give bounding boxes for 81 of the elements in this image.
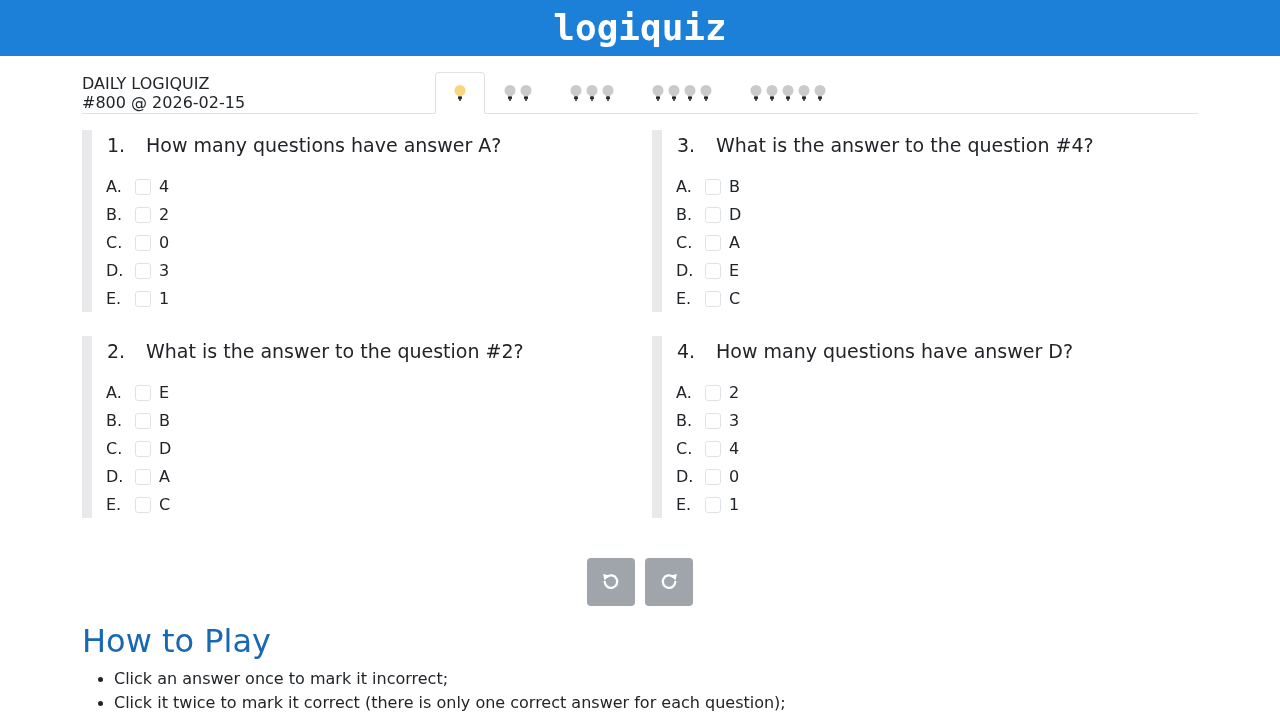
- option-letter: C.: [106, 438, 124, 460]
- option-answer: 1: [159, 288, 170, 310]
- option-answer: A: [729, 232, 740, 254]
- question-text: What is the answer to the question #2?: [146, 338, 524, 364]
- option-letter: B.: [676, 410, 694, 432]
- bullet-icon: [98, 700, 103, 706]
- option-answer: B: [159, 410, 170, 432]
- option-letter: C.: [106, 232, 124, 254]
- question-number: 4.: [677, 338, 697, 364]
- checkbox[interactable]: [135, 235, 151, 251]
- option-answer: 0: [729, 466, 740, 488]
- checkbox[interactable]: [705, 497, 721, 513]
- puzzle-number-date: #800 @ 2026-02-15: [82, 92, 246, 112]
- checkbox[interactable]: [135, 441, 151, 457]
- option-answer: 2: [729, 382, 740, 404]
- checkbox[interactable]: [135, 291, 151, 307]
- option-letter: C.: [676, 438, 694, 460]
- checkbox[interactable]: [705, 207, 721, 223]
- option-answer: 0: [159, 232, 170, 254]
- question-number: 2.: [107, 338, 127, 364]
- option-letter: E.: [676, 494, 693, 516]
- option-answer: B: [729, 176, 740, 198]
- question-text: How many questions have answer D?: [716, 338, 1074, 364]
- option-letter: E.: [106, 494, 123, 516]
- checkbox[interactable]: [705, 291, 721, 307]
- redo-icon: [660, 573, 678, 591]
- checkbox[interactable]: [705, 385, 721, 401]
- option-letter: E.: [106, 288, 123, 310]
- checkbox[interactable]: [135, 207, 151, 223]
- checkbox[interactable]: [705, 469, 721, 485]
- option-letter: B.: [106, 204, 124, 226]
- checkbox[interactable]: [705, 441, 721, 457]
- option-answer: 2: [159, 204, 170, 226]
- checkbox[interactable]: [135, 179, 151, 195]
- logo[interactable]: logiquiz: [553, 8, 727, 48]
- option-letter: A.: [676, 382, 693, 404]
- checkbox[interactable]: [135, 263, 151, 279]
- checkbox[interactable]: [135, 497, 151, 513]
- option-letter: B.: [676, 204, 694, 226]
- difficulty-tab[interactable]: [435, 72, 485, 114]
- how-to-play-heading: How to Play: [82, 622, 271, 660]
- redo-button[interactable]: [645, 558, 693, 606]
- checkbox[interactable]: [135, 385, 151, 401]
- instruction-text: Click an answer once to mark it incorrect;: [114, 668, 449, 690]
- option-letter: D.: [106, 260, 125, 282]
- option-answer: E: [729, 260, 740, 282]
- checkbox[interactable]: [135, 413, 151, 429]
- option-answer: C: [729, 288, 741, 310]
- option-answer: D: [729, 204, 742, 226]
- option-letter: D.: [676, 466, 695, 488]
- undo-button[interactable]: [587, 558, 635, 606]
- checkbox[interactable]: [705, 263, 721, 279]
- option-letter: D.: [676, 260, 695, 282]
- option-answer: 1: [729, 494, 740, 516]
- option-letter: C.: [676, 232, 694, 254]
- question-text: What is the answer to the question #4?: [716, 132, 1094, 158]
- option-letter: A.: [106, 176, 123, 198]
- checkbox[interactable]: [705, 413, 721, 429]
- instruction-text: Click it twice to mark it correct (there is only one correct answer for each question);: [114, 692, 786, 714]
- puzzle-title: DAILY LOGIQUIZ: [82, 73, 210, 93]
- option-answer: 4: [159, 176, 170, 198]
- question-number: 3.: [677, 132, 697, 158]
- bullet-icon: [98, 676, 103, 682]
- option-answer: C: [159, 494, 171, 516]
- question-number: 1.: [107, 132, 127, 158]
- option-letter: A.: [676, 176, 693, 198]
- option-answer: D: [159, 438, 172, 460]
- option-answer: A: [159, 466, 170, 488]
- option-letter: B.: [106, 410, 124, 432]
- option-answer: E: [159, 382, 170, 404]
- option-answer: 3: [729, 410, 740, 432]
- checkbox[interactable]: [705, 179, 721, 195]
- checkbox[interactable]: [705, 235, 721, 251]
- option-letter: D.: [106, 466, 125, 488]
- undo-icon: [602, 573, 620, 591]
- option-letter: E.: [676, 288, 693, 310]
- option-answer: 4: [729, 438, 740, 460]
- checkbox[interactable]: [135, 469, 151, 485]
- option-letter: A.: [106, 382, 123, 404]
- option-answer: 3: [159, 260, 170, 282]
- question-text: How many questions have answer A?: [146, 132, 502, 158]
